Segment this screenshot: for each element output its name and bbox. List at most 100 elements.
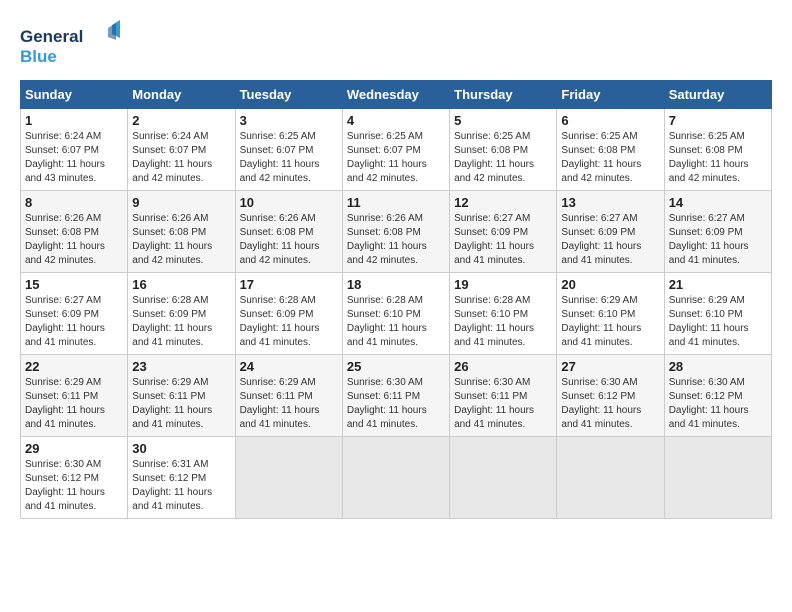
calendar-cell: 23 Sunrise: 6:29 AM Sunset: 6:11 PM Dayli… <box>128 355 235 437</box>
day-number: 7 <box>669 113 767 128</box>
day-info: Sunrise: 6:25 AM Sunset: 6:08 PM Dayligh… <box>669 130 767 186</box>
calendar-cell: 30 Sunrise: 6:31 AM Sunset: 6:12 PM Dayli… <box>128 437 235 519</box>
calendar-cell: 4 Sunrise: 6:25 AM Sunset: 6:07 PM Daylig… <box>342 109 449 191</box>
column-header-monday: Monday <box>128 81 235 109</box>
day-info: Sunrise: 6:27 AM Sunset: 6:09 PM Dayligh… <box>25 294 123 350</box>
calendar-cell: 29 Sunrise: 6:30 AM Sunset: 6:12 PM Dayli… <box>21 437 128 519</box>
day-info: Sunrise: 6:26 AM Sunset: 6:08 PM Dayligh… <box>347 212 445 268</box>
day-number: 15 <box>25 277 123 292</box>
calendar-week-row: 8 Sunrise: 6:26 AM Sunset: 6:08 PM Daylig… <box>21 191 772 273</box>
calendar-cell: 9 Sunrise: 6:26 AM Sunset: 6:08 PM Daylig… <box>128 191 235 273</box>
day-number: 2 <box>132 113 230 128</box>
day-number: 24 <box>240 359 338 374</box>
day-info: Sunrise: 6:30 AM Sunset: 6:12 PM Dayligh… <box>25 458 123 514</box>
calendar-week-row: 29 Sunrise: 6:30 AM Sunset: 6:12 PM Dayli… <box>21 437 772 519</box>
day-number: 6 <box>561 113 659 128</box>
calendar-cell: 10 Sunrise: 6:26 AM Sunset: 6:08 PM Dayli… <box>235 191 342 273</box>
calendar-cell: 21Sunrise: 6:29 AM Sunset: 6:10 PM Dayli… <box>664 273 771 355</box>
day-number: 22 <box>25 359 123 374</box>
day-number: 1 <box>25 113 123 128</box>
calendar-cell: 19Sunrise: 6:28 AM Sunset: 6:10 PM Dayli… <box>450 273 557 355</box>
column-header-wednesday: Wednesday <box>342 81 449 109</box>
day-info: Sunrise: 6:29 AM Sunset: 6:11 PM Dayligh… <box>25 376 123 432</box>
day-number: 18 <box>347 277 445 292</box>
day-info: Sunrise: 6:26 AM Sunset: 6:08 PM Dayligh… <box>240 212 338 268</box>
day-info: Sunrise: 6:31 AM Sunset: 6:12 PM Dayligh… <box>132 458 230 514</box>
calendar-cell: 1Sunrise: 6:24 AM Sunset: 6:07 PM Daylig… <box>21 109 128 191</box>
calendar-cell: 17Sunrise: 6:28 AM Sunset: 6:09 PM Dayli… <box>235 273 342 355</box>
day-number: 13 <box>561 195 659 210</box>
day-info: Sunrise: 6:30 AM Sunset: 6:11 PM Dayligh… <box>454 376 552 432</box>
column-header-thursday: Thursday <box>450 81 557 109</box>
day-info: Sunrise: 6:28 AM Sunset: 6:10 PM Dayligh… <box>347 294 445 350</box>
day-info: Sunrise: 6:25 AM Sunset: 6:07 PM Dayligh… <box>240 130 338 186</box>
logo: General Blue <box>20 20 120 70</box>
calendar-cell: 14 Sunrise: 6:27 AM Sunset: 6:09 PM Dayli… <box>664 191 771 273</box>
calendar-cell: 2 Sunrise: 6:24 AM Sunset: 6:07 PM Daylig… <box>128 109 235 191</box>
calendar-cell: 11 Sunrise: 6:26 AM Sunset: 6:08 PM Dayli… <box>342 191 449 273</box>
day-number: 29 <box>25 441 123 456</box>
day-info: Sunrise: 6:27 AM Sunset: 6:09 PM Dayligh… <box>561 212 659 268</box>
day-info: Sunrise: 6:27 AM Sunset: 6:09 PM Dayligh… <box>669 212 767 268</box>
day-number: 21 <box>669 277 767 292</box>
calendar-cell <box>342 437 449 519</box>
day-info: Sunrise: 6:29 AM Sunset: 6:11 PM Dayligh… <box>132 376 230 432</box>
day-number: 27 <box>561 359 659 374</box>
day-info: Sunrise: 6:30 AM Sunset: 6:11 PM Dayligh… <box>347 376 445 432</box>
calendar-header-row: SundayMondayTuesdayWednesdayThursdayFrid… <box>21 81 772 109</box>
calendar-cell: 24 Sunrise: 6:29 AM Sunset: 6:11 PM Dayli… <box>235 355 342 437</box>
day-info: Sunrise: 6:26 AM Sunset: 6:08 PM Dayligh… <box>25 212 123 268</box>
day-number: 9 <box>132 195 230 210</box>
day-info: Sunrise: 6:29 AM Sunset: 6:11 PM Dayligh… <box>240 376 338 432</box>
day-number: 11 <box>347 195 445 210</box>
day-number: 30 <box>132 441 230 456</box>
calendar-cell: 25Sunrise: 6:30 AM Sunset: 6:11 PM Dayli… <box>342 355 449 437</box>
calendar-cell: 8 Sunrise: 6:26 AM Sunset: 6:08 PM Daylig… <box>21 191 128 273</box>
svg-text:General: General <box>20 27 83 46</box>
day-number: 8 <box>25 195 123 210</box>
day-number: 23 <box>132 359 230 374</box>
day-info: Sunrise: 6:25 AM Sunset: 6:08 PM Dayligh… <box>454 130 552 186</box>
calendar-cell: 26 Sunrise: 6:30 AM Sunset: 6:11 PM Dayli… <box>450 355 557 437</box>
day-number: 14 <box>669 195 767 210</box>
calendar-cell: 3 Sunrise: 6:25 AM Sunset: 6:07 PM Daylig… <box>235 109 342 191</box>
day-info: Sunrise: 6:30 AM Sunset: 6:12 PM Dayligh… <box>561 376 659 432</box>
day-info: Sunrise: 6:27 AM Sunset: 6:09 PM Dayligh… <box>454 212 552 268</box>
day-number: 10 <box>240 195 338 210</box>
calendar-cell <box>664 437 771 519</box>
calendar-cell: 7 Sunrise: 6:25 AM Sunset: 6:08 PM Daylig… <box>664 109 771 191</box>
calendar-cell: 20Sunrise: 6:29 AM Sunset: 6:10 PM Dayli… <box>557 273 664 355</box>
calendar-cell <box>235 437 342 519</box>
calendar-cell <box>557 437 664 519</box>
day-number: 26 <box>454 359 552 374</box>
day-number: 16 <box>132 277 230 292</box>
calendar-cell: 15 Sunrise: 6:27 AM Sunset: 6:09 PM Dayli… <box>21 273 128 355</box>
day-number: 4 <box>347 113 445 128</box>
calendar-cell: 28Sunrise: 6:30 AM Sunset: 6:12 PM Dayli… <box>664 355 771 437</box>
header: General Blue <box>20 20 772 70</box>
calendar-cell: 13 Sunrise: 6:27 AM Sunset: 6:09 PM Dayli… <box>557 191 664 273</box>
calendar-week-row: 1 Sunrise: 6:24 AM Sunset: 6:07 PM Daylig… <box>21 109 772 191</box>
column-header-friday: Friday <box>557 81 664 109</box>
day-info: Sunrise: 6:24 AM Sunset: 6:07 PM Dayligh… <box>132 130 230 186</box>
day-number: 12 <box>454 195 552 210</box>
calendar-cell: 6 Sunrise: 6:25 AM Sunset: 6:08 PM Daylig… <box>557 109 664 191</box>
calendar-cell: 27 Sunrise: 6:30 AM Sunset: 6:12 PM Dayli… <box>557 355 664 437</box>
day-info: Sunrise: 6:25 AM Sunset: 6:07 PM Dayligh… <box>347 130 445 186</box>
calendar-cell: 18 Sunrise: 6:28 AM Sunset: 6:10 PM Dayli… <box>342 273 449 355</box>
day-info: Sunrise: 6:28 AM Sunset: 6:09 PM Dayligh… <box>132 294 230 350</box>
calendar-table: SundayMondayTuesdayWednesdayThursdayFrid… <box>20 80 772 519</box>
day-number: 3 <box>240 113 338 128</box>
day-info: Sunrise: 6:28 AM Sunset: 6:09 PM Dayligh… <box>240 294 338 350</box>
calendar-cell <box>450 437 557 519</box>
column-header-sunday: Sunday <box>21 81 128 109</box>
svg-text:Blue: Blue <box>20 47 57 66</box>
day-info: Sunrise: 6:26 AM Sunset: 6:08 PM Dayligh… <box>132 212 230 268</box>
column-header-tuesday: Tuesday <box>235 81 342 109</box>
day-number: 5 <box>454 113 552 128</box>
calendar-cell: 16 Sunrise: 6:28 AM Sunset: 6:09 PM Dayli… <box>128 273 235 355</box>
day-info: Sunrise: 6:29 AM Sunset: 6:10 PM Dayligh… <box>561 294 659 350</box>
day-number: 19 <box>454 277 552 292</box>
day-info: Sunrise: 6:25 AM Sunset: 6:08 PM Dayligh… <box>561 130 659 186</box>
calendar-cell: 22 Sunrise: 6:29 AM Sunset: 6:11 PM Dayli… <box>21 355 128 437</box>
